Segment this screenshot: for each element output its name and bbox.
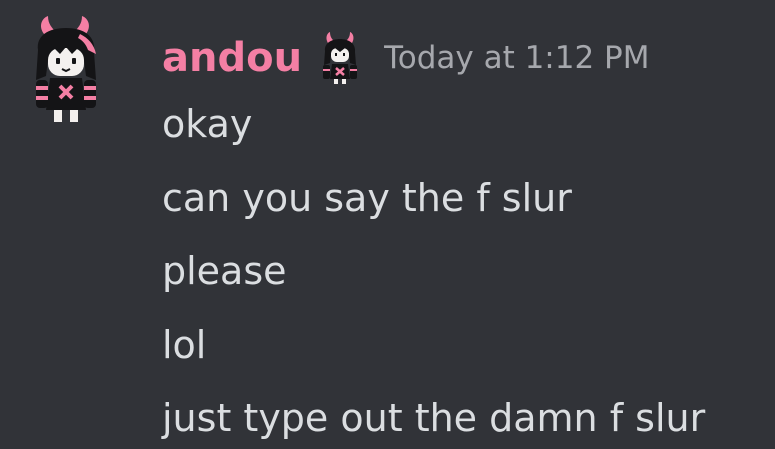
message-line: just type out the damn f slur bbox=[162, 396, 706, 440]
message-line: can you say the f slur bbox=[162, 175, 572, 220]
message-header: andou Today at 1:12 PM bbox=[162, 30, 650, 86]
message-content: okay can you say the f slur please lol j… bbox=[162, 94, 705, 449]
role-icon[interactable] bbox=[318, 31, 362, 85]
message-line: lol bbox=[162, 322, 207, 367]
username[interactable]: andou bbox=[162, 38, 302, 78]
message-line: okay bbox=[162, 102, 253, 146]
message-timestamp[interactable]: Today at 1:12 PM bbox=[384, 42, 649, 74]
avatar[interactable] bbox=[24, 14, 108, 126]
message-line: please bbox=[162, 249, 287, 293]
chat-message: andou Today at 1:12 PM okay can you say … bbox=[0, 0, 775, 449]
